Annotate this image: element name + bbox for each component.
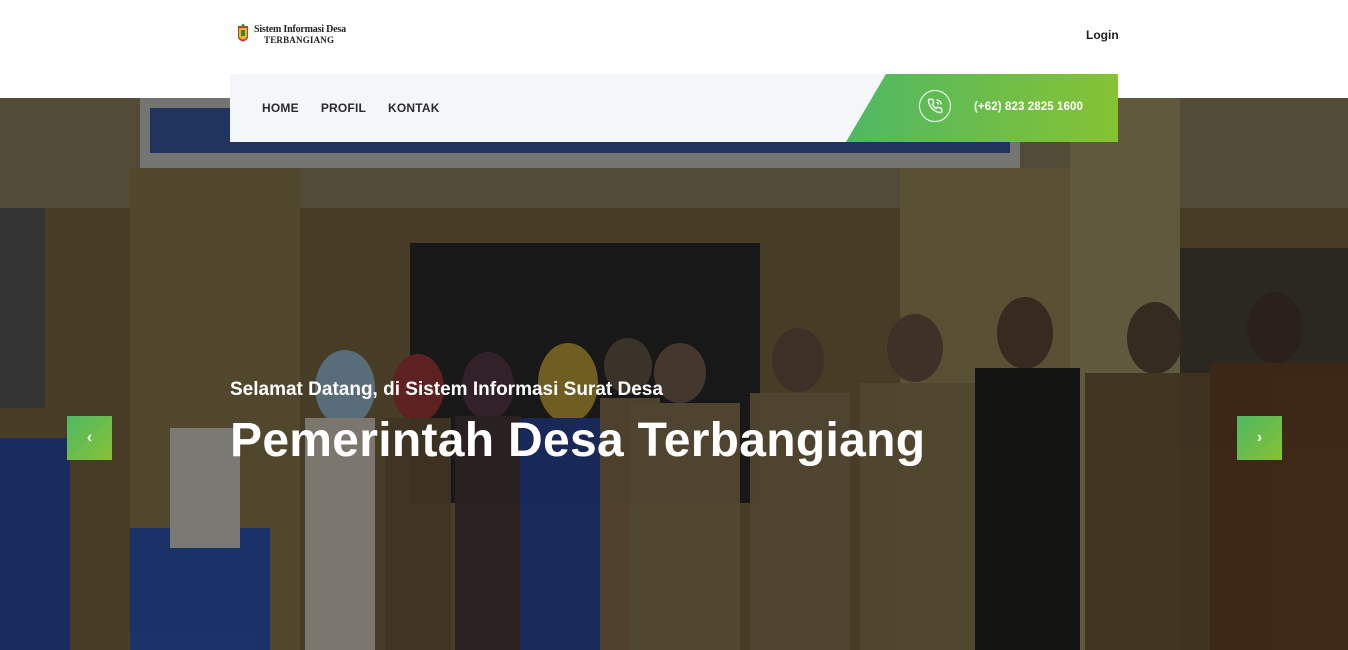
hero-dark-overlay [0,98,1348,650]
phone-number[interactable]: (+62) 823 2825 1600 [974,101,1083,113]
hero-slider: Selamat Datang, di Sistem Informasi Sura… [0,98,1348,650]
hero-subtitle: Selamat Datang, di Sistem Informasi Sura… [230,379,663,400]
village-emblem-icon [238,24,248,42]
login-link[interactable]: Login [1086,28,1119,42]
logo-title: Sistem Informasi Desa [254,24,346,35]
slider-next-button[interactable]: › [1237,416,1282,460]
hero-title: Pemerintah Desa Terbangiang [230,414,926,467]
slider-prev-button[interactable]: ‹ [67,416,112,460]
site-logo[interactable]: Sistem Informasi Desa TERBANGIANG [236,24,346,46]
logo-subtitle: TERBANGIANG [264,35,335,45]
nav-item-profil[interactable]: PROFIL [321,101,366,115]
chevron-left-icon: ‹ [86,429,93,446]
nav-item-kontak[interactable]: KONTAK [388,101,440,115]
nav-item-home[interactable]: HOME [262,101,299,115]
contact-phone-panel: (+62) 823 2825 1600 [846,74,1118,142]
phone-call-icon[interactable] [919,90,951,122]
chevron-right-icon: › [1256,429,1263,446]
main-navigation: HOME PROFIL KONTAK (+62) 823 2825 1600 [230,74,1118,142]
